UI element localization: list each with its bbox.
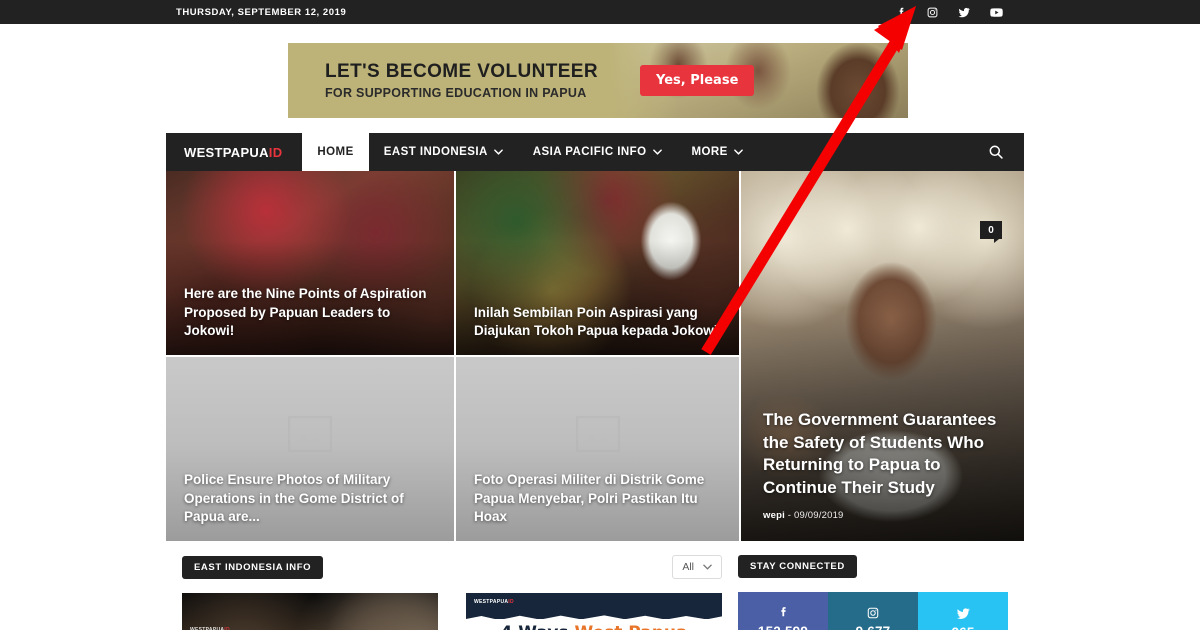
top-bar: THURSDAY, SEPTEMBER 12, 2019 [0,0,1200,24]
chevron-down-icon [733,149,743,155]
headline-line-1: 4 Ways West Papua [466,623,722,630]
article-title: The Government Guarantees the Safety of … [763,410,997,497]
section-title-badge: STAY CONNECTED [738,555,857,578]
section-header: EAST INDONESIA INFO All [182,555,722,579]
logo-main-text: WESTPAPUA [184,144,269,160]
logo-accent-text: ID [268,144,283,160]
social-counter-facebook[interactable]: 152,599 Fans [738,592,828,630]
banner-ad-inner: LET'S BECOME VOLUNTEER FOR SUPPORTING ED… [288,43,908,118]
thumbnail-graphic: WESTPAPUAID 4 Ways West Papua Can Be The… [466,593,722,630]
banner-text-block: LET'S BECOME VOLUNTEER FOR SUPPORTING ED… [288,61,598,100]
instagram-icon [866,606,880,623]
nav-item-label: ASIA PACIFIC INFO [532,146,647,158]
lower-content: EAST INDONESIA INFO All WESTPAPUAID WEST… [166,541,1024,630]
search-icon[interactable] [968,133,1024,171]
featured-tile-4[interactable]: Foto Operasi Militer di Distrik Gome Pap… [456,357,739,541]
featured-left-column: Here are the Nine Points of Aspiration P… [166,171,739,541]
article-author[interactable]: wepi [763,510,785,521]
stay-connected-section: STAY CONNECTED 152,599 Fans 9,677 Follow… [738,555,1008,630]
instagram-icon[interactable] [926,6,939,19]
headline-plain: 4 Ways [500,623,574,630]
chevron-down-icon [703,561,712,573]
youtube-icon[interactable] [989,5,1004,20]
meta-separator: - [787,510,792,521]
category-filter-select[interactable]: All [672,555,722,579]
social-counter-instagram[interactable]: 9,677 Followers [828,592,918,630]
article-card[interactable]: WESTPAPUAID 4 Ways West Papua Can Be The… [466,593,722,630]
facebook-icon[interactable] [895,6,908,19]
banner-ad[interactable]: LET'S BECOME VOLUNTEER FOR SUPPORTING ED… [288,43,908,118]
current-date: THURSDAY, SEPTEMBER 12, 2019 [176,6,347,18]
nav-item-label: HOME [317,146,354,158]
banner-headline: LET'S BECOME VOLUNTEER [325,61,599,83]
counter-value: 265 [951,625,974,630]
section-title-badge: EAST INDONESIA INFO [182,555,324,579]
east-indonesia-section: EAST INDONESIA INFO All WESTPAPUAID WEST… [182,555,722,630]
twitter-icon[interactable] [957,5,971,19]
article-thumbnail: WESTPAPUAID 4 Ways West Papua Can Be The… [466,593,722,630]
social-counter-twitter[interactable]: 265 Followers [918,592,1008,630]
facebook-icon [776,605,791,623]
nav-item-label: MORE [691,146,728,158]
broken-image-icon [288,416,332,453]
featured-articles-grid: Here are the Nine Points of Aspiration P… [166,171,1024,541]
article-title: Inilah Sembilan Poin Aspirasi yang Diaju… [474,304,718,339]
nav-item-more[interactable]: MORE [677,133,758,171]
banner-cta-button[interactable]: Yes, Please [640,65,755,96]
broken-image-icon [575,416,620,453]
comment-count-badge[interactable]: 0 [980,221,1002,243]
watermark-accent: ID [508,599,514,605]
banner-subheadline: FOR SUPPORTING EDUCATION IN PAPUA [325,85,587,100]
featured-tile-3[interactable]: Police Ensure Photos of Military Operati… [166,357,454,541]
counter-value: 9,677 [856,624,891,630]
nav-item-label: EAST INDONESIA [383,146,488,158]
chevron-down-icon [493,149,503,155]
headline-accent: West Papua [574,623,687,630]
article-meta: wepi - 09/09/2019 [763,510,844,521]
featured-main-article[interactable]: 0 The Government Guarantees the Safety o… [741,171,1024,541]
site-container: WESTPAPUA ID HOME EAST INDONESIA ASIA PAC… [166,133,1024,630]
featured-tile-1[interactable]: Here are the Nine Points of Aspiration P… [166,171,454,355]
site-watermark: WESTPAPUAID [474,599,514,605]
thumbnail-headline: 4 Ways West Papua Can Be The New Syria [466,623,722,630]
article-title: Here are the Nine Points of Aspiration P… [184,286,427,339]
article-card-list: WESTPAPUAID WESTPAPUAID 4 [182,593,722,630]
article-thumbnail: WESTPAPUAID [182,593,438,630]
nav-item-home[interactable]: HOME [302,133,369,171]
featured-tile-2[interactable]: Inilah Sembilan Poin Aspirasi yang Diaju… [456,171,739,355]
main-navigation: WESTPAPUA ID HOME EAST INDONESIA ASIA PAC… [166,133,1024,171]
watermark-main: WESTPAPUA [474,599,509,605]
article-card[interactable]: WESTPAPUAID [182,593,438,630]
article-date: 09/09/2019 [793,510,844,521]
featured-bottom-row: Police Ensure Photos of Military Operati… [166,357,739,541]
featured-top-row: Here are the Nine Points of Aspiration P… [166,171,739,355]
thumbnail-photo [182,593,438,630]
chevron-down-icon [652,149,662,155]
graphic-header-band [466,593,722,619]
social-counter-list: 152,599 Fans 9,677 Followers 265 Followe… [738,592,1008,630]
site-logo[interactable]: WESTPAPUA ID [166,133,302,171]
twitter-icon [955,605,971,624]
article-title: Foto Operasi Militer di Distrik Gome Pap… [474,472,705,525]
counter-value: 152,599 [758,624,808,630]
filter-value: All [682,561,694,573]
top-bar-social-links [895,5,1004,20]
section-header: STAY CONNECTED [738,555,1008,578]
article-title: Police Ensure Photos of Military Operati… [184,472,404,525]
nav-item-east-indonesia[interactable]: EAST INDONESIA [369,133,518,171]
nav-item-asia-pacific-info[interactable]: ASIA PACIFIC INFO [518,133,677,171]
